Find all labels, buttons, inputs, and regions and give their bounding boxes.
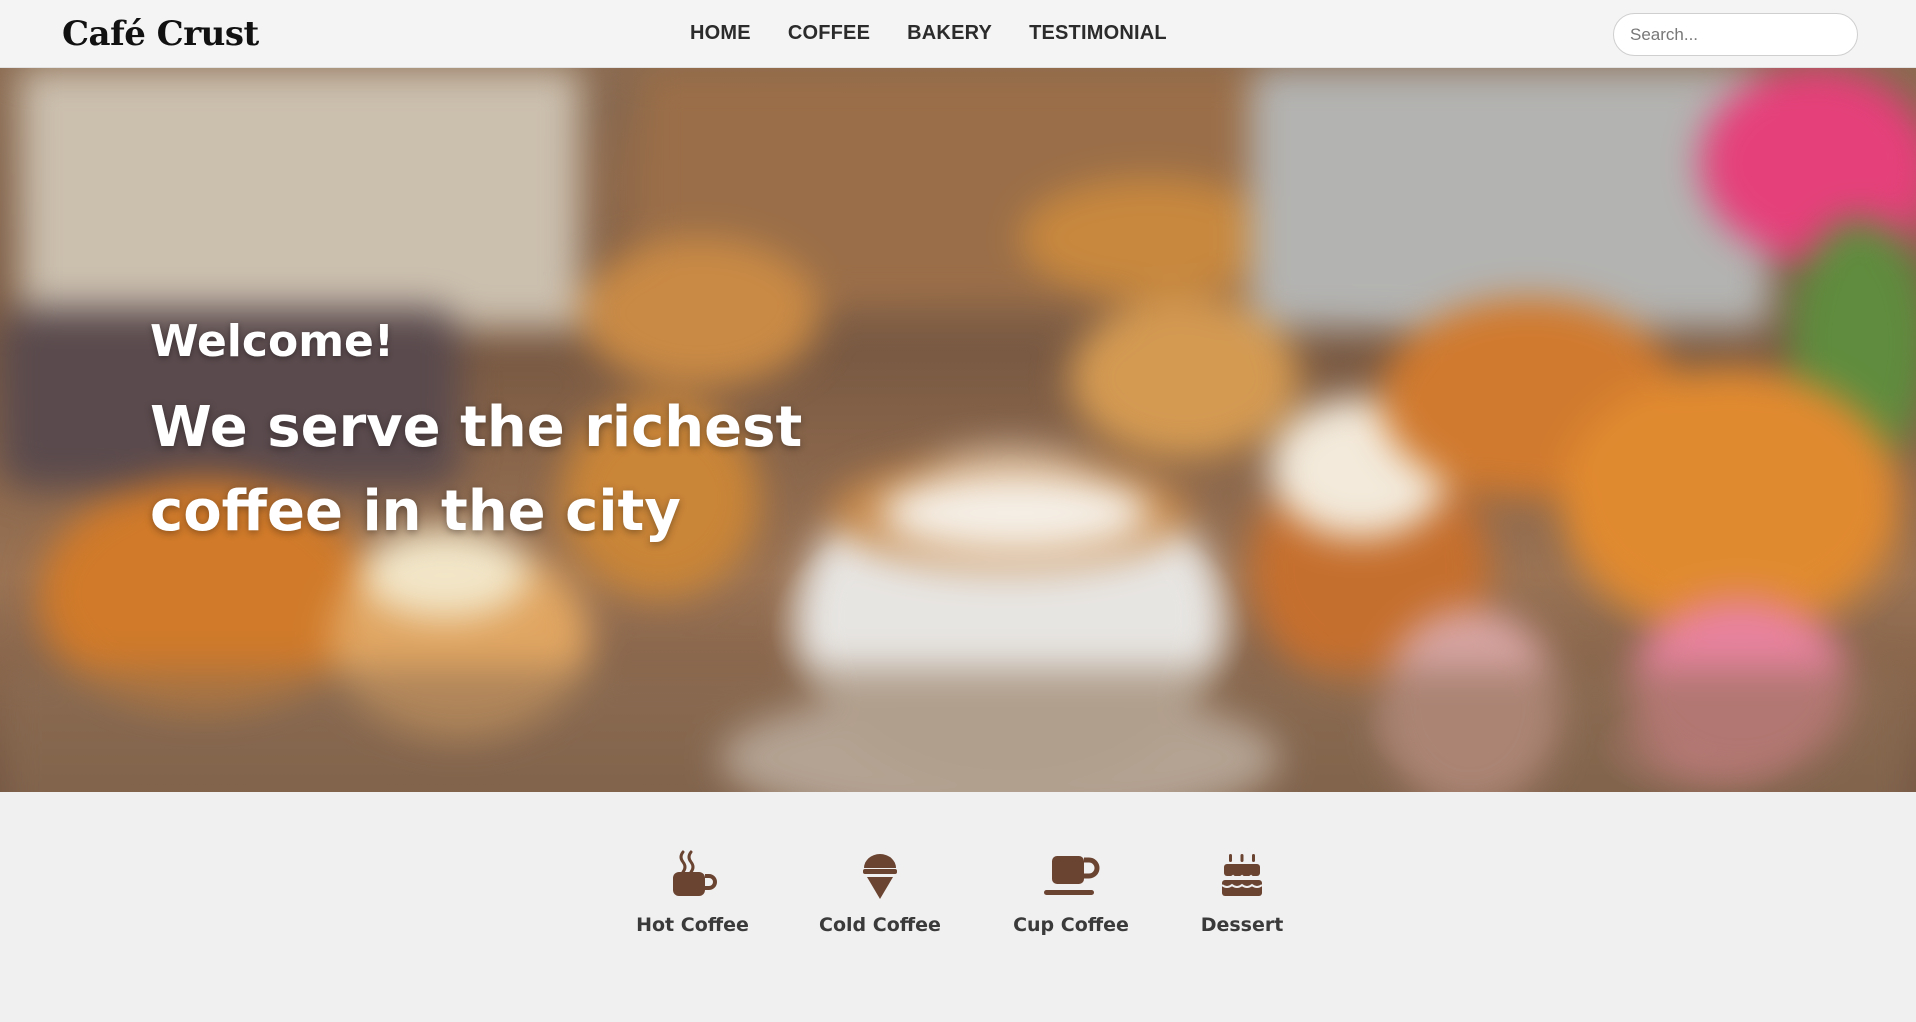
ice-cream-cone-icon [863, 854, 897, 899]
main-nav: HOME COFFEE BAKERY TESTIMONIAL [690, 22, 1204, 45]
category-label: Dessert [1200, 914, 1284, 936]
nav-link-bakery[interactable]: BAKERY [907, 22, 992, 45]
hero-banner: Welcome! We serve the richest coffee in … [0, 68, 1916, 792]
brand-logo[interactable]: Café Crust [62, 14, 259, 54]
category-label: Hot Coffee [636, 914, 749, 936]
hot-coffee-icon [672, 850, 717, 896]
hero-welcome-heading: Welcome! [150, 316, 394, 367]
nav-link-home[interactable]: HOME [690, 22, 751, 45]
category-hot-coffee[interactable]: Hot Coffee [630, 850, 755, 936]
coffee-cup-icon [1044, 856, 1100, 895]
nav-link-coffee[interactable]: COFFEE [788, 22, 870, 45]
category-cold-coffee[interactable]: Cold Coffee [819, 850, 941, 936]
search-input[interactable] [1613, 13, 1858, 56]
category-dessert[interactable]: Dessert [1200, 850, 1284, 936]
top-navbar: Café Crust HOME COFFEE BAKERY TESTIMONIA… [0, 0, 1916, 68]
category-label: Cold Coffee [819, 914, 941, 936]
hero-tagline: We serve the richest coffee in the city [150, 395, 803, 544]
nav-link-testimonial[interactable]: TESTIMONIAL [1029, 22, 1167, 45]
birthday-cake-icon [1221, 854, 1263, 896]
category-cup-coffee[interactable]: Cup Coffee [1011, 850, 1131, 936]
category-label: Cup Coffee [1013, 914, 1129, 936]
category-strip: Hot Coffee Cold Coffee Cup Coffee Desser… [0, 850, 1916, 960]
